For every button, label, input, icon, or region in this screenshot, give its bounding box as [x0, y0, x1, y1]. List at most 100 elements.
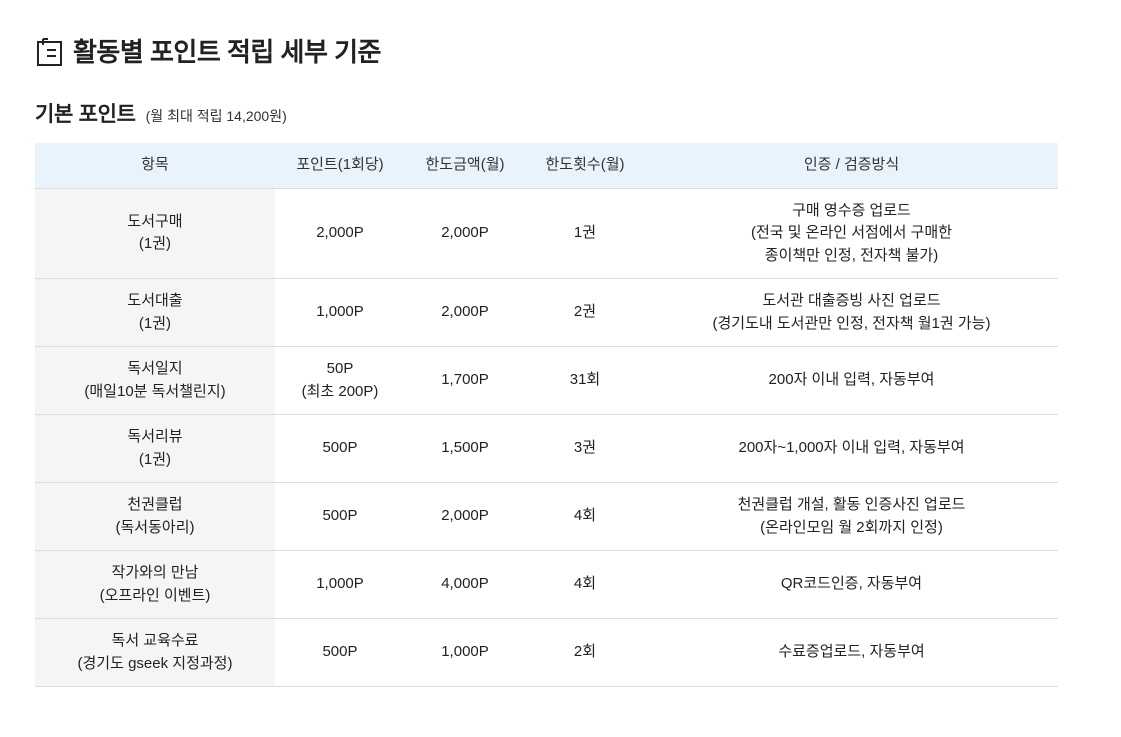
table-row: 도서대출 (1권) 1,000P 2,000P 2권 도서관 대출증빙 사진 업… — [35, 278, 1058, 347]
item-cell: 도서구매 (1권) — [35, 188, 275, 279]
section-header: 기본 포인트 (월 최대 적립 14,200원) — [35, 103, 1058, 127]
item-name: 독서리뷰 — [127, 428, 183, 445]
table-row: 천권클럽 (독서동아리) 500P 2,000P 4회 천권클럽 개설, 활동 … — [35, 482, 1058, 551]
method-line: 천권클럽 개설, 활동 인증사진 업로드 — [737, 496, 966, 513]
method-line: QR코드인증, 자동부여 — [780, 575, 923, 593]
item-name: 도서대출 — [127, 292, 183, 309]
limit-count-value: 4회 — [573, 507, 597, 525]
limit-amount-value: 2,000P — [441, 224, 489, 241]
item-cell: 독서 교육수료 (경기도 gseek 지정과정) — [35, 618, 275, 687]
header-item: 항목 — [35, 143, 275, 189]
page-title-text: 활동별 포인트 적립 세부 기준 — [73, 37, 381, 67]
method-cell: 수료증업로드, 자동부여 — [645, 618, 1058, 687]
limit-amount-cell: 2,000P — [405, 188, 525, 279]
limit-amount-cell: 1,000P — [405, 618, 525, 687]
item-detail: (오프라인 이벤트) — [99, 586, 211, 604]
item-cell: 독서일지 (매일10분 독서챌린지) — [35, 346, 275, 415]
point-note: (최초 200P) — [301, 382, 379, 400]
item-cell: 천권클럽 (독서동아리) — [35, 482, 275, 551]
method-line: 도서관 대출증빙 사진 업로드 — [762, 292, 941, 309]
method-line: 200자~1,000자 이내 입력, 자동부여 — [738, 439, 965, 457]
limit-amount-cell: 1,500P — [405, 414, 525, 483]
table-header-row: 항목 포인트(1회당) 한도금액(월) 한도횟수(월) 인증 / 검증방식 — [35, 143, 1058, 189]
item-detail: (1권) — [138, 450, 172, 468]
point-value: 500P — [322, 507, 358, 525]
table-row: 작가와의 만남 (오프라인 이벤트) 1,000P 4,000P 4회 QR코드… — [35, 550, 1058, 619]
limit-amount-value: 1,500P — [441, 439, 489, 457]
point-value: 500P — [322, 643, 358, 661]
method-cell: 도서관 대출증빙 사진 업로드 (경기도내 도서관만 인정, 전자책 월1권 가… — [645, 278, 1058, 347]
points-table: 항목 포인트(1회당) 한도금액(월) 한도횟수(월) 인증 / 검증방식 도서… — [35, 143, 1058, 687]
header-method: 인증 / 검증방식 — [645, 143, 1058, 189]
limit-count-value: 4회 — [573, 575, 597, 593]
item-name: 독서일지 — [127, 360, 183, 377]
limit-count-value: 3권 — [573, 439, 597, 457]
header-point: 포인트(1회당) — [275, 143, 405, 189]
limit-count-value: 1권 — [573, 224, 597, 241]
limit-amount-cell: 2,000P — [405, 278, 525, 347]
point-cell: 2,000P — [275, 188, 405, 279]
limit-count-cell: 2권 — [525, 278, 645, 347]
limit-count-cell: 1권 — [525, 188, 645, 279]
method-cell: 200자~1,000자 이내 입력, 자동부여 — [645, 414, 1058, 483]
limit-count-value: 31회 — [569, 371, 601, 389]
item-detail: (경기도 gseek 지정과정) — [77, 654, 233, 672]
point-cell: 1,000P — [275, 550, 405, 619]
point-cell: 500P — [275, 618, 405, 687]
limit-amount-cell: 4,000P — [405, 550, 525, 619]
header-limit-amount: 한도금액(월) — [405, 143, 525, 189]
method-cell: 구매 영수증 업로드 (전국 및 온라인 서점에서 구매한 종이책만 인정, 전… — [645, 188, 1058, 279]
section-title: 기본 포인트 — [35, 103, 136, 126]
limit-count-value: 2권 — [573, 303, 597, 321]
item-name: 작가와의 만남 — [111, 564, 199, 581]
method-line: (경기도내 도서관만 인정, 전자책 월1권 가능) — [712, 314, 991, 332]
point-cell: 50P (최초 200P) — [275, 346, 405, 415]
section-note: (월 최대 적립 14,200원) — [145, 108, 287, 124]
table-row: 도서구매 (1권) 2,000P 2,000P 1권 구매 영수증 업로드 (전… — [35, 188, 1058, 279]
limit-count-cell: 2회 — [525, 618, 645, 687]
item-name: 천권클럽 — [127, 496, 183, 513]
limit-count-cell: 31회 — [525, 346, 645, 415]
item-name: 도서구매 — [127, 212, 183, 230]
point-value: 2,000P — [316, 224, 364, 241]
point-value: 1,000P — [316, 303, 364, 321]
item-detail: (매일10분 독서챌린지) — [84, 382, 226, 400]
method-line: 200자 이내 입력, 자동부여 — [768, 371, 935, 389]
limit-count-cell: 4회 — [525, 550, 645, 619]
item-detail: (1권) — [138, 314, 172, 332]
method-cell: 천권클럽 개설, 활동 인증사진 업로드 (온라인모임 월 2회까지 인정) — [645, 482, 1058, 551]
limit-count-value: 2회 — [573, 643, 597, 661]
limit-amount-value: 1,000P — [441, 643, 489, 661]
method-line: 종이책만 인정, 전자책 불가) — [764, 246, 939, 264]
table-row: 독서일지 (매일10분 독서챌린지) 50P (최초 200P) 1,700P … — [35, 346, 1058, 415]
method-line: 구매 영수증 업로드 — [792, 201, 911, 219]
item-detail: (1권) — [138, 235, 172, 253]
limit-amount-value: 1,700P — [441, 371, 489, 389]
method-line: (온라인모임 월 2회까지 인정) — [760, 518, 943, 536]
limit-count-cell: 3권 — [525, 414, 645, 483]
table-row: 독서리뷰 (1권) 500P 1,500P 3권 200자~1,000자 이내 … — [35, 414, 1058, 483]
page-content: 활동별 포인트 적립 세부 기준 기본 포인트 (월 최대 적립 14,200원… — [0, 36, 1058, 687]
item-cell: 도서대출 (1권) — [35, 278, 275, 347]
notepad-icon — [35, 37, 65, 67]
page-title: 활동별 포인트 적립 세부 기준 — [35, 36, 1058, 68]
method-line: (전국 및 온라인 서점에서 구매한 — [750, 224, 953, 241]
item-cell: 독서리뷰 (1권) — [35, 414, 275, 483]
item-detail: (독서동아리) — [115, 518, 195, 536]
point-value: 1,000P — [316, 575, 364, 593]
header-limit-count: 한도횟수(월) — [525, 143, 645, 189]
point-cell: 500P — [275, 414, 405, 483]
method-cell: 200자 이내 입력, 자동부여 — [645, 346, 1058, 415]
point-value: 50P — [326, 360, 354, 377]
item-name: 독서 교육수료 — [111, 632, 199, 649]
limit-amount-cell: 1,700P — [405, 346, 525, 415]
method-cell: QR코드인증, 자동부여 — [645, 550, 1058, 619]
table-row: 독서 교육수료 (경기도 gseek 지정과정) 500P 1,000P 2회 … — [35, 618, 1058, 687]
limit-count-cell: 4회 — [525, 482, 645, 551]
limit-amount-value: 2,000P — [441, 303, 489, 321]
method-line: 수료증업로드, 자동부여 — [778, 643, 925, 661]
point-cell: 500P — [275, 482, 405, 551]
point-cell: 1,000P — [275, 278, 405, 347]
limit-amount-cell: 2,000P — [405, 482, 525, 551]
limit-amount-value: 4,000P — [441, 575, 489, 593]
